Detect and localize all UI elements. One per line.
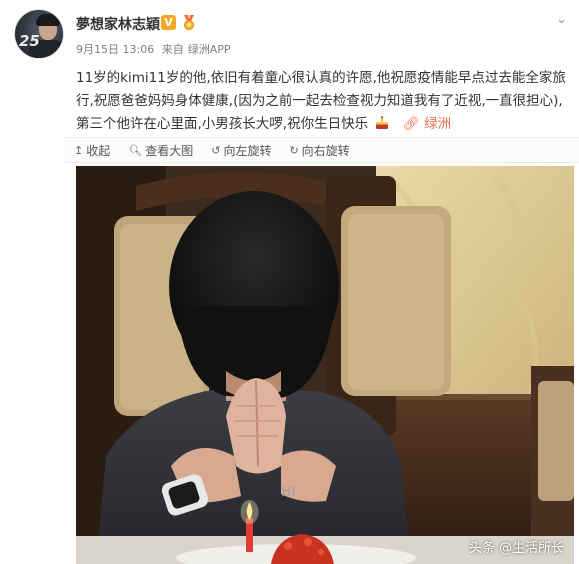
post-body: 11岁的kimi11岁的他,依旧有着童心很认真的许愿,他祝愿疫情能早点过去能全家… [76, 67, 571, 136]
collapse-label: 收起 [86, 143, 111, 158]
link-icon: 🔗︎ [402, 116, 420, 132]
rotate-right-icon: ↻ [289, 143, 299, 157]
watermark-text: 头条 @生活所长 [468, 541, 564, 556]
author-avatar[interactable]: 25 [14, 9, 64, 59]
collapse-button[interactable]: ↥ 收起 [74, 142, 110, 159]
post-meta: 9月15日 13:06 来自 绿洲APP [76, 41, 235, 57]
rotate-left-icon: ↺ [211, 143, 221, 157]
magnifier-icon: 🔍︎ [128, 143, 143, 157]
collapse-arrow-icon: ↥ [74, 143, 84, 157]
cake-emoji-icon [376, 116, 389, 129]
rotate-right-button[interactable]: ↻ 向右旋转 [289, 142, 349, 159]
rotate-left-label: 向左旋转 [223, 143, 272, 158]
post-source[interactable]: 绿洲APP [188, 43, 231, 56]
author-name[interactable]: 夢想家林志穎 [76, 14, 160, 34]
rotate-left-button[interactable]: ↺ 向左旋转 [211, 142, 271, 159]
view-large-button[interactable]: 🔍︎ 查看大图 [128, 142, 193, 159]
rotate-right-label: 向右旋转 [301, 143, 350, 158]
location-label: 绿洲 [424, 116, 452, 132]
source-prefix: 来自 [161, 43, 184, 56]
image-toolbar: ↥ 收起 🔍︎ 查看大图 ↺ 向左旋转 ↻ 向右旋转 [64, 137, 579, 163]
post-date[interactable]: 9月15日 13:06 [76, 43, 154, 56]
verified-badge-icon: V [161, 15, 176, 30]
view-large-label: 查看大图 [145, 143, 194, 158]
medal-icon [184, 15, 194, 30]
post-photo[interactable]: HI 头条 @生活所长 [76, 166, 574, 564]
location-link[interactable]: 🔗︎ 绿洲 [403, 116, 451, 132]
svg-text:HI: HI [281, 484, 296, 500]
post-text: 11岁的kimi11岁的他,依旧有着童心很认真的许愿,他祝愿疫情能早点过去能全家… [76, 70, 566, 132]
birthday-wish-photo: HI [76, 166, 574, 564]
more-options-chevron-icon[interactable]: ⌄ [556, 12, 567, 27]
weibo-post-card: 25 夢想家林志穎 V 9月15日 13:06 来自 绿洲APP ⌄ 11岁的ki… [0, 0, 579, 564]
